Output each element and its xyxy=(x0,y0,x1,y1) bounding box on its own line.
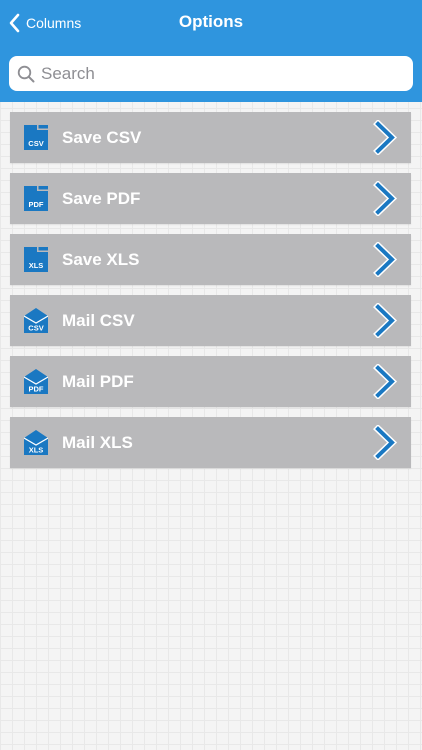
chevron-right-icon xyxy=(373,425,399,460)
option-label: Save PDF xyxy=(62,189,141,208)
option-save-csv[interactable]: CSV Save CSV xyxy=(10,112,411,163)
top-bar: Columns Options xyxy=(0,0,422,102)
mail-pdf-icon: PDF xyxy=(24,369,48,394)
navigation-bar: Columns Options xyxy=(0,0,422,46)
options-list: CSV Save CSV PDF Save PDF XLS Save XLS C… xyxy=(10,112,411,478)
chevron-right-icon xyxy=(373,364,399,399)
option-label: Mail XLS xyxy=(62,433,133,452)
option-save-pdf[interactable]: PDF Save PDF xyxy=(10,173,411,224)
file-badge: XLS xyxy=(29,261,44,270)
option-mail-xls[interactable]: XLS Mail XLS xyxy=(10,417,411,468)
chevron-right-icon xyxy=(373,181,399,216)
file-badge: CSV xyxy=(28,324,43,333)
option-label: Save XLS xyxy=(62,250,140,269)
save-pdf-icon: PDF xyxy=(24,186,48,211)
chevron-right-icon xyxy=(373,303,399,338)
chevron-right-icon xyxy=(373,120,399,155)
option-label: Save CSV xyxy=(62,128,142,147)
page-title: Options xyxy=(178,12,244,31)
option-save-xls[interactable]: XLS Save XLS xyxy=(10,234,411,285)
option-label: Mail CSV xyxy=(62,311,135,330)
file-badge: CSV xyxy=(28,139,43,148)
file-badge: XLS xyxy=(29,446,44,455)
search-bar[interactable] xyxy=(9,56,413,91)
file-badge: PDF xyxy=(29,200,44,209)
chevron-right-icon xyxy=(373,242,399,277)
search-icon xyxy=(17,65,35,82)
option-mail-pdf[interactable]: PDF Mail PDF xyxy=(10,356,411,407)
mail-xls-icon: XLS xyxy=(24,430,48,455)
option-mail-csv[interactable]: CSV Mail CSV xyxy=(10,295,411,346)
save-xls-icon: XLS xyxy=(24,247,48,272)
option-label: Mail PDF xyxy=(62,372,134,391)
save-csv-icon: CSV xyxy=(24,125,48,150)
search-input[interactable] xyxy=(41,63,401,84)
mail-csv-icon: CSV xyxy=(24,308,48,333)
file-badge: PDF xyxy=(29,385,44,394)
